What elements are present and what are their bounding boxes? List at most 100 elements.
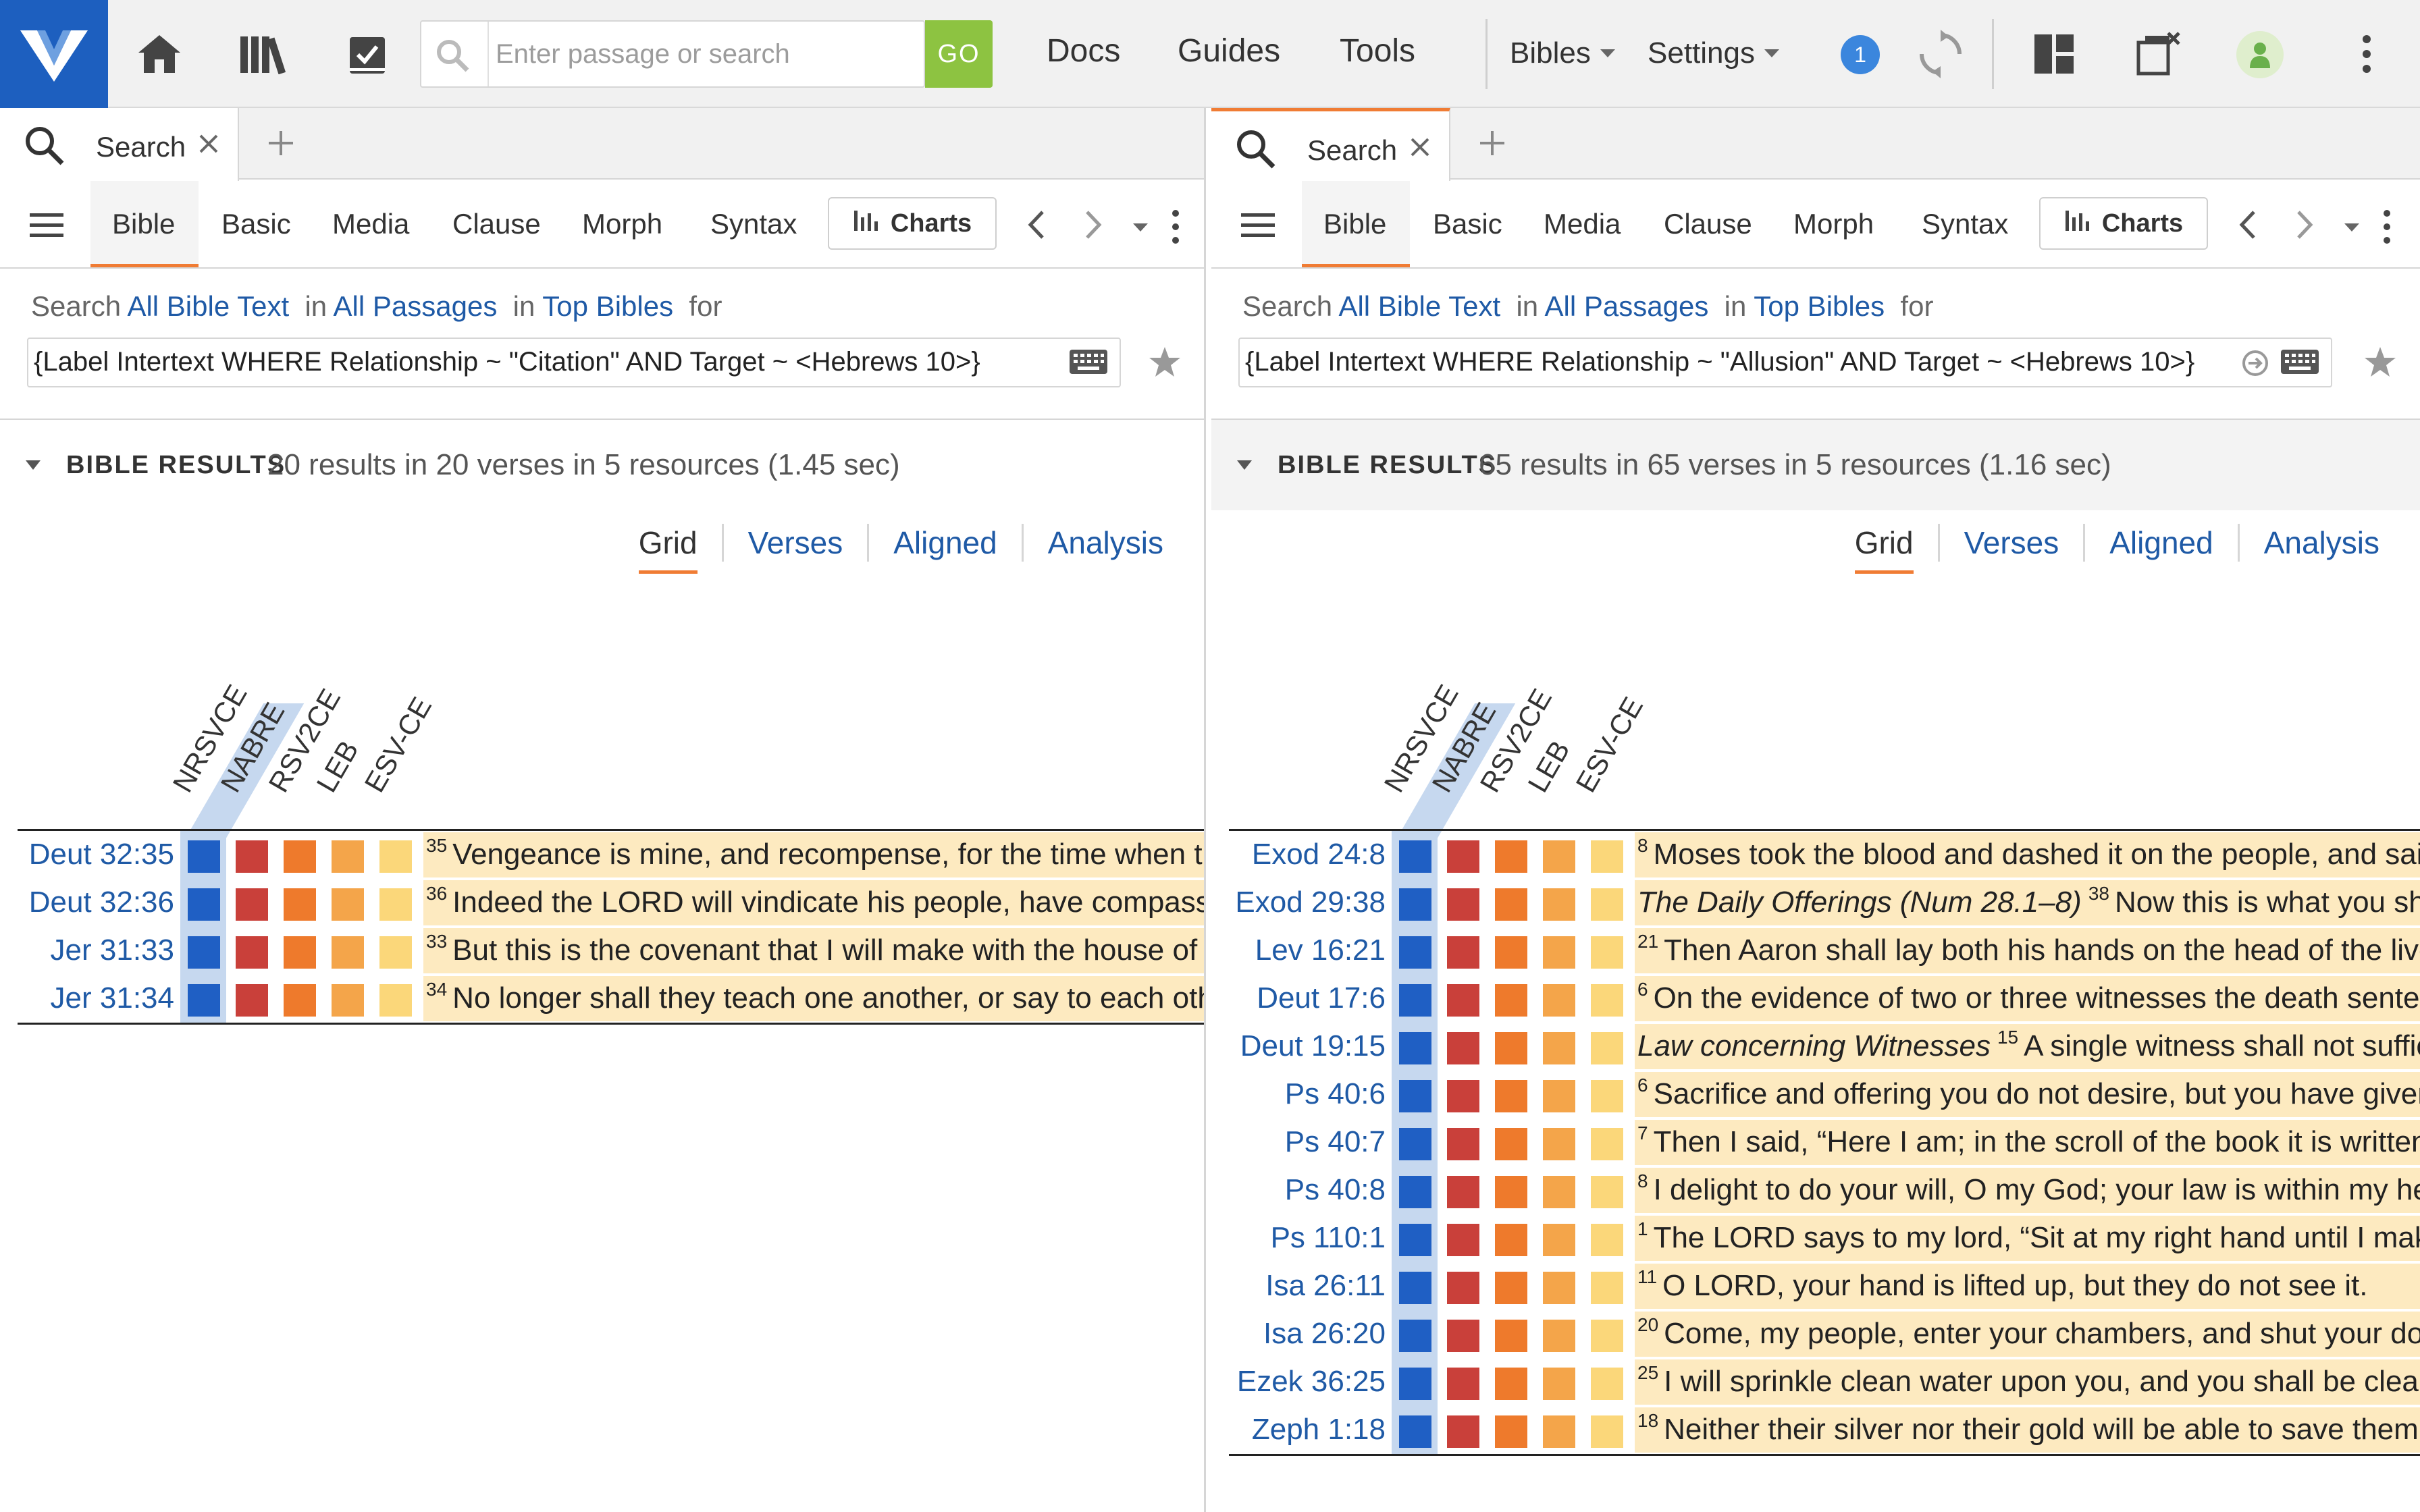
view-tab-verses[interactable]: Verses xyxy=(1937,524,2084,562)
verse-reference-link[interactable]: Ps 40:8 xyxy=(1285,1173,1386,1207)
table-row[interactable]: Deut 32:35 35 Vengeance is mine, and recom… xyxy=(18,831,1204,879)
version-hit-cell[interactable] xyxy=(1495,984,1527,1017)
keyboard-icon[interactable] xyxy=(1068,347,1109,380)
version-hit-cell[interactable] xyxy=(1399,1080,1431,1112)
table-row[interactable]: Isa 26:20 20 Come, my people, enter your c… xyxy=(1229,1310,2420,1358)
settings-dropdown[interactable]: Settings xyxy=(1648,36,1779,70)
version-hit-cell[interactable] xyxy=(1399,1320,1431,1352)
version-hit-cell[interactable] xyxy=(284,984,316,1017)
table-row[interactable]: Deut 17:6 6 On the evidence of two or thre… xyxy=(1229,975,2420,1023)
go-arrow-icon[interactable] xyxy=(2242,350,2269,380)
library-icon[interactable] xyxy=(236,27,290,81)
nav-docs[interactable]: Docs xyxy=(1047,32,1120,70)
subtab-syntax[interactable]: Syntax xyxy=(710,208,797,240)
version-hit-cell[interactable] xyxy=(1591,1128,1623,1160)
version-hit-cell[interactable] xyxy=(1447,1080,1479,1112)
version-name[interactable]: ESV-CE xyxy=(358,692,438,798)
verse-reference-link[interactable]: Deut 32:35 xyxy=(29,838,174,871)
version-hit-cell[interactable] xyxy=(1543,1224,1575,1256)
chevron-right-icon[interactable] xyxy=(1083,209,1103,244)
menu-icon[interactable] xyxy=(30,212,63,242)
version-hit-cell[interactable] xyxy=(1399,1176,1431,1208)
version-hit-cell[interactable] xyxy=(1447,936,1479,969)
verse-text[interactable]: 18 Neither their silver nor their gold wi… xyxy=(1635,1407,2420,1453)
verse-text[interactable]: 25 I will sprinkle clean water upon you, … xyxy=(1635,1359,2420,1405)
version-hit-cell[interactable] xyxy=(236,936,268,969)
logo-icon[interactable] xyxy=(0,0,108,108)
version-hit-cell[interactable] xyxy=(1591,840,1623,873)
table-row[interactable]: Exod 29:38 The Daily Offerings (Num 28.1–… xyxy=(1229,879,2420,927)
version-hit-cell[interactable] xyxy=(1543,1032,1575,1064)
version-hit-cell[interactable] xyxy=(284,936,316,969)
sync-icon[interactable] xyxy=(1914,27,1968,81)
version-hit-cell[interactable] xyxy=(1543,1128,1575,1160)
verse-text[interactable]: Law concerning Witnesses 15 A single witne… xyxy=(1635,1024,2420,1069)
version-hit-cell[interactable] xyxy=(1495,936,1527,969)
verse-text[interactable]: 35 Vengeance is mine, and recompense, for… xyxy=(423,832,1204,878)
subtab-media[interactable]: Media xyxy=(332,208,409,240)
go-button[interactable]: GO xyxy=(925,20,993,88)
verse-text[interactable]: 7 Then I said, “Here I am; in the scroll … xyxy=(1635,1120,2420,1165)
nav-guides[interactable]: Guides xyxy=(1178,32,1280,70)
bibles-link[interactable]: Top Bibles xyxy=(1754,290,1885,322)
scope-link[interactable]: All Bible Text xyxy=(127,290,289,322)
charts-button[interactable]: Charts xyxy=(2039,197,2208,250)
home-icon[interactable] xyxy=(132,27,186,81)
verse-reference-link[interactable]: Ps 110:1 xyxy=(1271,1221,1386,1255)
verse-text[interactable]: 34 No longer shall they teach one another… xyxy=(423,976,1204,1021)
plus-icon[interactable] xyxy=(266,128,296,161)
query-text[interactable]: {Label Intertext WHERE Relationship ~ "A… xyxy=(1245,347,2194,377)
verse-reference-link[interactable]: Isa 26:11 xyxy=(1265,1269,1386,1303)
version-hit-cell[interactable] xyxy=(332,888,364,921)
table-row[interactable]: Deut 19:15 Law concerning Witnesses 15 A si… xyxy=(1229,1023,2420,1071)
version-hit-cell[interactable] xyxy=(1399,936,1431,969)
table-row[interactable]: Ezek 36:25 25 I will sprinkle clean water … xyxy=(1229,1358,2420,1406)
version-name[interactable]: ESV-CE xyxy=(1569,692,1650,798)
version-hit-cell[interactable] xyxy=(188,984,220,1017)
version-hit-cell[interactable] xyxy=(1591,936,1623,969)
version-hit-cell[interactable] xyxy=(1399,1224,1431,1256)
close-icon[interactable] xyxy=(197,132,220,159)
collapse-triangle-icon[interactable] xyxy=(1237,460,1252,470)
view-tab-grid[interactable]: Grid xyxy=(1831,524,1938,574)
version-hit-cell[interactable] xyxy=(332,840,364,873)
version-hit-cell[interactable] xyxy=(284,888,316,921)
verse-text[interactable]: 6 On the evidence of two or three witness… xyxy=(1635,976,2420,1021)
version-hit-cell[interactable] xyxy=(236,840,268,873)
version-hit-cell[interactable] xyxy=(1495,1272,1527,1304)
version-hit-cell[interactable] xyxy=(1591,1176,1623,1208)
table-row[interactable]: Ps 40:6 6 Sacrifice and offering you do no… xyxy=(1229,1071,2420,1118)
view-tab-analysis[interactable]: Analysis xyxy=(1021,524,1188,562)
version-hit-cell[interactable] xyxy=(1591,1080,1623,1112)
more-vert-icon[interactable] xyxy=(1171,209,1180,248)
subtab-clause[interactable]: Clause xyxy=(1664,208,1752,240)
subtab-morph[interactable]: Morph xyxy=(582,208,662,240)
passages-link[interactable]: All Passages xyxy=(1545,290,1709,322)
version-hit-cell[interactable] xyxy=(1591,1032,1623,1064)
version-hit-cell[interactable] xyxy=(1543,936,1575,969)
close-icon[interactable] xyxy=(1409,136,1431,162)
version-hit-cell[interactable] xyxy=(188,936,220,969)
version-hit-cell[interactable] xyxy=(1543,1320,1575,1352)
version-hit-cell[interactable] xyxy=(1591,1415,1623,1448)
version-hit-cell[interactable] xyxy=(1591,1224,1623,1256)
subtab-bible[interactable]: Bible xyxy=(112,208,175,240)
version-hit-cell[interactable] xyxy=(1399,1415,1431,1448)
nav-tools[interactable]: Tools xyxy=(1340,32,1415,70)
verse-text[interactable]: 20 Come, my people, enter your chambers, … xyxy=(1635,1312,2420,1357)
verse-text[interactable]: 11 O LORD, your hand is lifted up, but th… xyxy=(1635,1264,2420,1309)
version-hit-cell[interactable] xyxy=(236,984,268,1017)
verse-reference-link[interactable]: Deut 17:6 xyxy=(1257,981,1386,1015)
verse-reference-link[interactable]: Lev 16:21 xyxy=(1255,934,1386,967)
passage-search-box[interactable] xyxy=(420,20,925,88)
verse-reference-link[interactable]: Ps 40:6 xyxy=(1285,1077,1386,1111)
version-hit-cell[interactable] xyxy=(1591,1272,1623,1304)
version-hit-cell[interactable] xyxy=(1495,888,1527,921)
verse-text[interactable]: 8I delight to do your will, O my God; yo… xyxy=(1635,1168,2420,1213)
version-hit-cell[interactable] xyxy=(1495,1368,1527,1400)
version-hit-cell[interactable] xyxy=(1543,1415,1575,1448)
version-hit-cell[interactable] xyxy=(1543,1080,1575,1112)
query-text[interactable]: {Label Intertext WHERE Relationship ~ "C… xyxy=(34,347,980,377)
version-hit-cell[interactable] xyxy=(1495,1415,1527,1448)
version-hit-cell[interactable] xyxy=(1591,984,1623,1017)
